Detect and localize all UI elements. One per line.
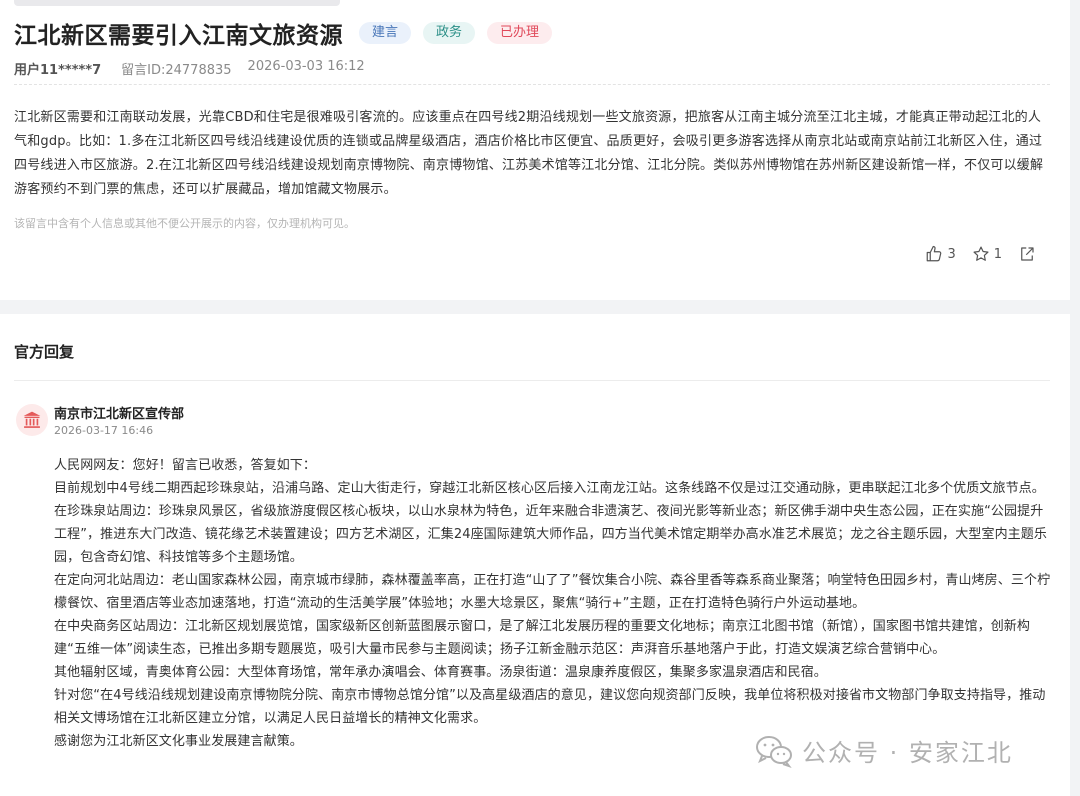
post-datetime: 2026-03-03 16:12 — [247, 59, 365, 74]
message-id: 留言ID:24778835 — [121, 63, 232, 78]
post-user: 用户11*****7 — [14, 63, 102, 78]
reply-paragraph: 目前规划中4号线二期西起珍珠泉站，沿浦乌路、定山大街走行，穿越江北新区核心区后接… — [54, 481, 1045, 496]
divider — [14, 84, 1050, 85]
like-count: 3 — [947, 246, 956, 262]
privacy-notice: 该留言中含有个人信息或其他不便公开展示的内容，仅办理机构可见。 — [14, 217, 355, 230]
favorite-button[interactable]: 1 — [972, 245, 1002, 263]
post-meta: 用户11*****7 留言ID:24778835 2026-03-03 16:1… — [14, 59, 365, 78]
reply-paragraph: 人民网网友：您好！留言已收悉，答复如下： — [54, 458, 317, 473]
star-icon — [973, 246, 989, 261]
wechat-icon — [756, 735, 792, 768]
thumbs-up-icon — [927, 245, 942, 262]
watermark: 公众号 · 安家江北 — [754, 733, 1013, 768]
reply-paragraph: 针对您“在4号线沿线规划建设南京博物院分院、南京市博物总馆分馆”以及高星级酒店的… — [54, 688, 1046, 726]
reply-paragraph: 在中央商务区站周边：江北新区规划展览馆，国家级新区创新蓝图展示窗口，是了解江北发… — [54, 619, 1031, 657]
share-icon — [1021, 247, 1034, 261]
reply-card: 官方回复 南京市江北新区宣传部 2026-03-17 16:46 人民网网友：您… — [0, 314, 1070, 796]
like-button[interactable]: 3 — [925, 245, 956, 263]
reply-section-title: 官方回复 — [14, 343, 75, 361]
reply-datetime: 2026-03-17 16:46 — [54, 424, 154, 437]
status-badge: 已办理 — [487, 22, 553, 44]
share-button[interactable] — [1018, 245, 1040, 263]
reply-paragraph: 其他辐射区域，青奥体育公园：大型体育场馆，常年承办演唱会、体育赛事。汤泉街道：温… — [54, 665, 827, 680]
post-card: 江北新区需要引入江南文旅资源 建言 政务 已办理 用户11*****7 留言ID… — [0, 0, 1070, 300]
reply-organization: 南京市江北新区宣传部 — [54, 407, 185, 422]
reply-paragraph: 在定向河北站周边：老山国家森林公园，南京城市绿肺，森林覆盖率高，正在打造“山了了… — [54, 573, 1051, 611]
title-row: 江北新区需要引入江南文旅资源 建言 政务 已办理 — [14, 16, 553, 50]
post-content: 江北新区需要和江南联动发展，光靠CBD和住宅是很难吸引客流的。应该重点在四号线2… — [14, 110, 1044, 197]
post-actions: 3 1 — [909, 245, 1040, 263]
tag-suggestion[interactable]: 建言 — [359, 22, 412, 44]
post-title: 江北新区需要引入江南文旅资源 — [14, 23, 343, 49]
avatar — [16, 404, 48, 436]
reply-content: 人民网网友：您好！留言已收悉，答复如下： 目前规划中4号线二期西起珍珠泉站，沿浦… — [54, 454, 1054, 753]
tag-government[interactable]: 政务 — [423, 22, 476, 44]
favorite-count: 1 — [993, 246, 1002, 262]
divider — [14, 380, 1050, 381]
government-building-icon — [23, 411, 41, 428]
top-divider — [14, 0, 340, 6]
reply-paragraph: 在珍珠泉站周边：珍珠泉风景区，省级旅游度假区核心板块，以山水泉林为特色，近年来融… — [54, 504, 1047, 565]
watermark-text: 公众号 · 安家江北 — [802, 739, 1013, 767]
